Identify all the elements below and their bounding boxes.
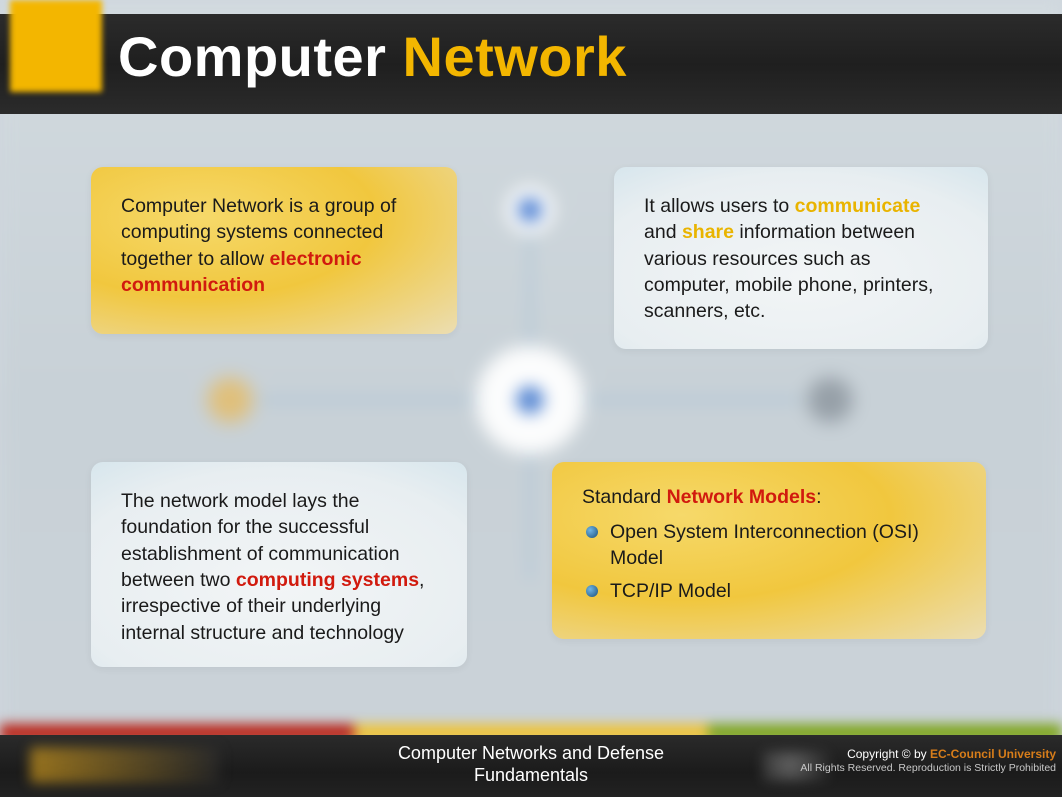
footer-copyright: Copyright © by EC-Council University All… — [800, 747, 1056, 775]
card-highlight: share — [682, 221, 734, 243]
list-item: TCP/IP Model — [610, 579, 956, 604]
slide-title: Computer Network — [118, 24, 627, 89]
card-highlight: communicate — [795, 195, 921, 217]
slide-header: Computer Network — [0, 14, 1062, 114]
title-part-1: Computer — [118, 25, 403, 88]
model-list: Open System Interconnection (OSI) Model … — [582, 520, 956, 604]
slide-background — [0, 0, 1062, 797]
slide-footer: Computer Networks and Defense Fundamenta… — [0, 735, 1062, 797]
card-text: Standard — [582, 486, 667, 508]
card-text: It allows users to — [644, 195, 795, 217]
card-definition: Computer Network is a group of computing… — [91, 167, 457, 334]
copyright-prefix: Copyright © by — [847, 747, 930, 761]
list-item: Open System Interconnection (OSI) Model — [610, 520, 956, 571]
header-accent-square — [10, 0, 102, 92]
card-highlight: Network Models — [667, 486, 817, 508]
copyright-rights: All Rights Reserved. Reproduction is Str… — [800, 762, 1056, 775]
card-standard-models: Standard Network Models: Open System Int… — [552, 462, 986, 639]
card-text: and — [644, 221, 682, 243]
card-list-title: Standard Network Models: — [582, 484, 956, 510]
card-text: : — [816, 486, 821, 508]
card-highlight: computing systems — [236, 569, 419, 591]
card-network-model: The network model lays the foundation fo… — [91, 462, 467, 667]
copyright-org: EC-Council University — [930, 747, 1056, 761]
card-purpose: It allows users to communicate and share… — [614, 167, 988, 349]
title-part-2: Network — [403, 25, 627, 88]
